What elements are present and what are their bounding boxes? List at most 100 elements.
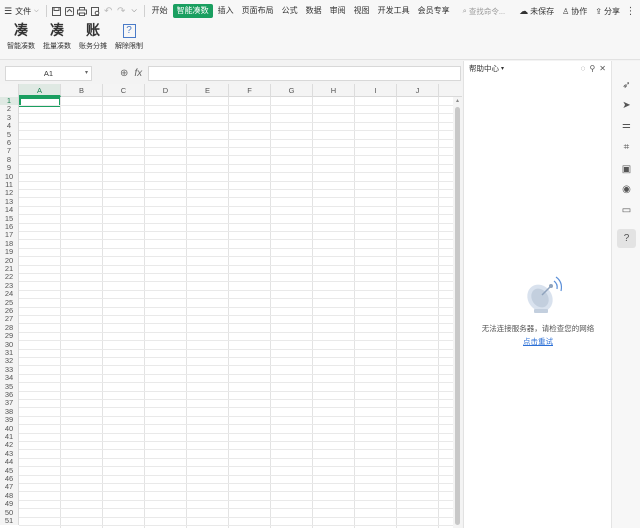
image-settings-icon[interactable]: ▣ — [619, 162, 634, 177]
row-gridline — [19, 155, 462, 157]
file-menu[interactable]: ☰ 文件 ⌵ — [0, 0, 43, 22]
undo-icon[interactable]: ↶ — [102, 0, 115, 22]
divider — [45, 5, 47, 17]
more-icon[interactable]: ⌵ — [128, 0, 141, 22]
name-box[interactable]: A1 ▾ — [5, 65, 92, 81]
help-title[interactable]: 帮助中心 — [469, 63, 499, 74]
search-icon: ⌕ — [462, 6, 467, 15]
column-header-i[interactable]: I — [355, 84, 397, 97]
spreadsheet-grid[interactable]: ABCDEFGHIJ 1 2 3 4 5 6 7 8 9 10 11 12 13 14 15 16 17 18 19… — [0, 84, 462, 528]
sliders-icon[interactable]: ⚌ — [619, 118, 634, 133]
rocket-icon[interactable]: ➶ — [619, 78, 634, 93]
command-search[interactable]: ⌕ 查找命令... — [460, 4, 508, 18]
share-button[interactable]: ⇪ 分享 — [595, 6, 620, 17]
cost-allocation-button[interactable]: 账 账务分摊 — [77, 22, 109, 51]
row-gridline — [19, 214, 462, 216]
ribbon: 凑 智能凑数 凑 批量凑数 账 账务分摊 ? 解除限制 — [0, 22, 640, 60]
tab-insert[interactable]: 插入 — [215, 4, 237, 18]
row-gridline — [19, 281, 462, 283]
unsaved-status[interactable]: ☁ 未保存 — [519, 6, 554, 17]
row-gridline — [19, 306, 462, 308]
row-gridline — [19, 163, 462, 165]
formula-input[interactable] — [148, 65, 462, 81]
row-gridline — [19, 197, 462, 199]
tab-page-layout[interactable]: 页面布局 — [239, 4, 277, 18]
scrollbar-thumb[interactable] — [455, 107, 460, 525]
formula-bar: A1 ▾ ⊕ fx — [0, 61, 462, 85]
column-gridline — [102, 97, 103, 528]
row-gridline — [19, 256, 462, 258]
tab-smart-sum[interactable]: 智能凑数 — [172, 4, 213, 18]
zoom-icon[interactable]: ⊕ — [120, 68, 128, 79]
tab-developer[interactable]: 开发工具 — [375, 4, 413, 18]
row-gridline — [19, 390, 462, 392]
unsaved-label: 未保存 — [530, 6, 555, 16]
vertical-scrollbar[interactable]: ▴ — [453, 97, 462, 528]
help-icon[interactable]: ? — [617, 229, 636, 248]
crop-icon[interactable]: ⌗ — [619, 140, 634, 155]
column-header-f[interactable]: F — [229, 84, 271, 97]
row-gridline — [19, 121, 462, 123]
row-gridline — [19, 180, 462, 182]
fx-icon[interactable]: fx — [134, 68, 142, 79]
hamburger-icon: ☰ — [4, 5, 13, 16]
row-header-51[interactable]: 51 — [0, 516, 19, 526]
row-gridline — [19, 104, 462, 106]
column-header-e[interactable]: E — [187, 84, 229, 97]
row-gridline — [19, 323, 462, 325]
column-header-d[interactable]: D — [145, 84, 187, 97]
tab-member[interactable]: 会员专享 — [415, 4, 453, 18]
row-gridline — [19, 365, 462, 367]
book-icon[interactable]: ▭ — [619, 203, 634, 218]
close-icon[interactable]: ✕ — [599, 64, 606, 73]
smart-sum-icon: 凑 — [14, 23, 28, 39]
print-preview-icon[interactable] — [89, 0, 102, 22]
row-gridline — [19, 508, 462, 510]
smart-sum-button[interactable]: 凑 智能凑数 — [5, 22, 37, 51]
row-gridline — [19, 264, 462, 266]
column-header-h[interactable]: H — [313, 84, 355, 97]
column-gridline — [438, 97, 439, 528]
remove-restriction-button[interactable]: ? 解除限制 — [113, 22, 145, 51]
row-gridline — [19, 247, 462, 249]
cursor-icon[interactable]: ➤ — [619, 98, 634, 113]
column-header-g[interactable]: G — [271, 84, 313, 97]
row-gridline — [19, 314, 462, 316]
save-icon[interactable] — [50, 0, 63, 22]
feedback-icon[interactable]: ◌ — [581, 64, 586, 73]
row-gridline — [19, 331, 462, 333]
tab-review[interactable]: 审阅 — [327, 4, 349, 18]
tab-formulas[interactable]: 公式 — [279, 4, 301, 18]
help-panel: 帮助中心 ▾ ◌ ⚲ ✕ 无法连接服务器，请检查您的网络 点击重试 — [463, 61, 611, 528]
scroll-up-icon[interactable]: ▴ — [453, 97, 462, 105]
share-icon: ⇪ — [595, 6, 602, 16]
cell-area[interactable] — [19, 97, 462, 528]
more-options-icon[interactable]: ⋮ — [624, 0, 637, 22]
row-gridline — [19, 407, 462, 409]
redo-icon[interactable]: ↷ — [115, 0, 128, 22]
pin-icon[interactable]: ⚲ — [589, 64, 595, 73]
print-icon[interactable] — [76, 0, 89, 22]
share-label: 分享 — [604, 6, 620, 16]
column-header-a[interactable]: A — [19, 84, 61, 97]
tab-data[interactable]: 数据 — [303, 4, 325, 18]
command-search-placeholder: 查找命令... — [468, 6, 506, 16]
location-icon[interactable]: ◉ — [619, 182, 634, 197]
cost-allocation-label: 账务分摊 — [79, 43, 107, 50]
chevron-down-icon[interactable]: ▾ — [501, 65, 504, 72]
row-gridline — [19, 382, 462, 384]
row-gridline — [19, 348, 462, 350]
column-header-c[interactable]: C — [103, 84, 145, 97]
row-gridline — [19, 230, 462, 232]
column-header-b[interactable]: B — [61, 84, 103, 97]
batch-sum-button[interactable]: 凑 批量凑数 — [41, 22, 73, 51]
cloud-icon: ☁ — [519, 5, 529, 16]
retry-link[interactable]: 点击重试 — [464, 336, 612, 347]
divider — [143, 5, 145, 17]
export-icon[interactable] — [63, 0, 76, 22]
column-header-j[interactable]: J — [397, 84, 439, 97]
row-gridline — [19, 440, 462, 442]
tab-home[interactable]: 开始 — [149, 4, 171, 18]
tab-view[interactable]: 视图 — [351, 4, 373, 18]
collab-button[interactable]: ♙ 协作 — [562, 6, 587, 17]
